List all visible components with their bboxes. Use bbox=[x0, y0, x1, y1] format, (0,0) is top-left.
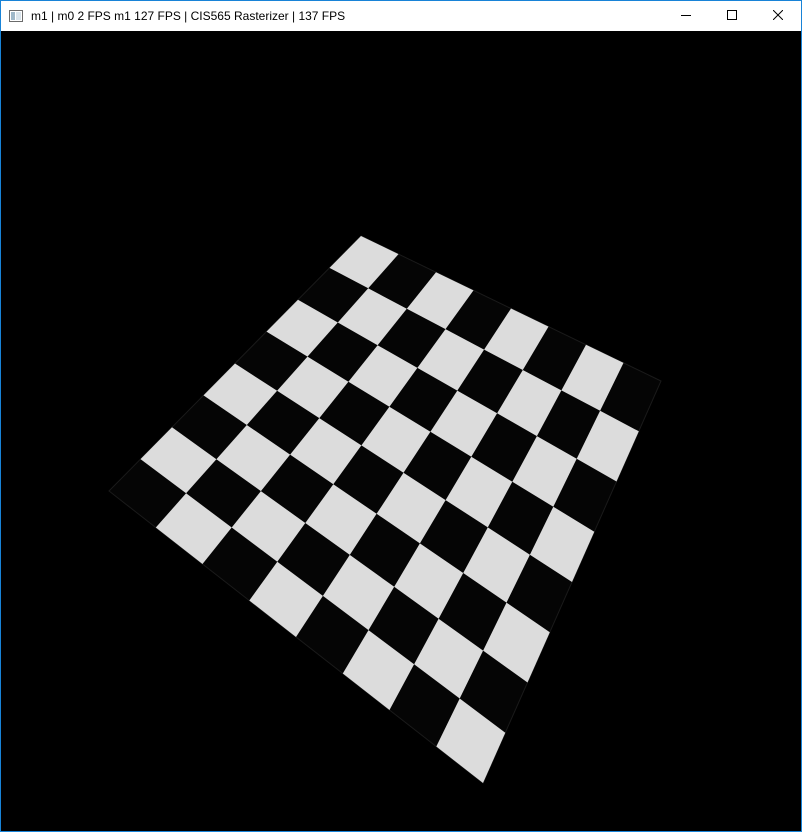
app-window-icon bbox=[8, 8, 24, 24]
maximize-button[interactable] bbox=[709, 1, 755, 31]
window-controls bbox=[663, 1, 801, 31]
application-window: m1 | m0 2 FPS m1 127 FPS | CIS565 Raster… bbox=[0, 0, 802, 832]
minimize-button[interactable] bbox=[663, 1, 709, 31]
title-bar[interactable]: m1 | m0 2 FPS m1 127 FPS | CIS565 Raster… bbox=[1, 1, 801, 31]
checkerboard-render bbox=[108, 235, 662, 784]
window-title: m1 | m0 2 FPS m1 127 FPS | CIS565 Raster… bbox=[31, 9, 346, 23]
maximize-icon bbox=[727, 7, 737, 25]
render-viewport[interactable] bbox=[1, 31, 801, 831]
close-icon bbox=[772, 7, 784, 25]
minimize-icon bbox=[681, 7, 691, 25]
close-button[interactable] bbox=[755, 1, 801, 31]
